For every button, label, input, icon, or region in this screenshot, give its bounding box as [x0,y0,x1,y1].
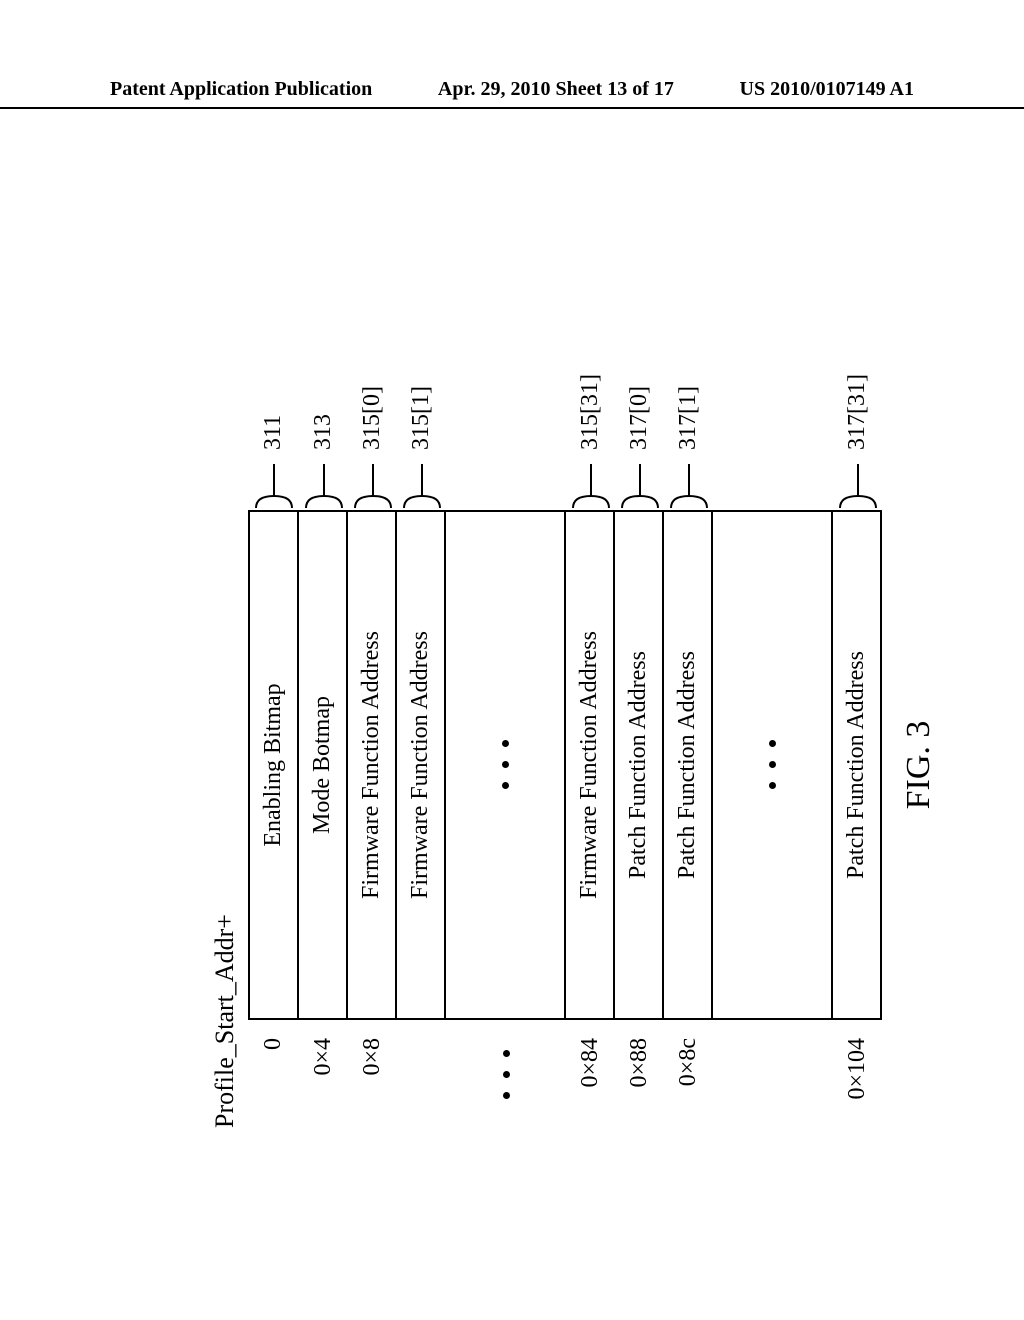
dot-icon [502,783,509,790]
brace-icon [834,454,882,510]
table-row: 0×8c Patch Function Address 317[1] [664,200,713,1130]
brace-icon [567,454,615,510]
cell-mode-botmap: Mode Botmap [299,510,348,1020]
figure-caption: FIG. 3 [900,400,938,1130]
profile-start-addr-label: Profile_Start_Addr+ [210,200,240,1130]
page: Patent Application Publication Apr. 29, … [0,0,1024,1320]
ref-label: 317[1] [675,386,702,454]
offset-label [397,1020,446,1130]
cell-firmware-func-addr: Firmware Function Address [397,510,446,1020]
callout: 315[0] [348,386,397,510]
brace-icon [300,454,348,510]
dot-icon [769,741,776,748]
brace-icon [398,454,446,510]
brace-icon [616,454,664,510]
table-row: 0×84 Firmware Function Address 315[31] [566,200,615,1130]
dot-icon [502,741,509,748]
ref-label: 315[1] [408,386,435,454]
dot-icon [503,1072,510,1079]
page-header: Patent Application Publication Apr. 29, … [0,78,1024,109]
brace-icon [349,454,397,510]
brace-icon [665,454,713,510]
callout: 313 [299,414,348,510]
ref-label: 317[0] [626,386,653,454]
header-right: US 2010/0107149 A1 [740,78,914,101]
callout: 311 [248,415,299,510]
ref-label: 315[0] [359,386,386,454]
offset-label: 0×8c [664,1020,713,1130]
dot-icon [502,762,509,769]
header-center: Apr. 29, 2010 Sheet 13 of 17 [438,78,674,101]
cell-patch-func-addr: Patch Function Address [664,510,713,1020]
ref-label: 317[31] [844,374,871,454]
table-row-ellipsis [713,200,833,1130]
cell-patch-func-addr: Patch Function Address [615,510,664,1020]
offset-label: 0×4 [299,1020,348,1130]
offset-ellipsis [446,1020,566,1130]
cell-ellipsis [446,510,566,1020]
dot-icon [503,1051,510,1058]
table-row: 0×8 Firmware Function Address 315[0] [348,200,397,1130]
table-row: 0 Enabling Bitmap 311 [248,200,299,1130]
header-left: Patent Application Publication [110,78,372,101]
offset-label: 0×8 [348,1020,397,1130]
offset-ellipsis [713,1020,833,1130]
table-row: 0×4 Mode Botmap 313 [299,200,348,1130]
table-row: 0×88 Patch Function Address 317[0] [615,200,664,1130]
cell-firmware-func-addr: Firmware Function Address [348,510,397,1020]
figure-3: Profile_Start_Addr+ 0 Enabling Bitmap 31… [210,200,938,1130]
dot-icon [503,1093,510,1100]
callout: 315[31] [566,374,615,510]
table-row: Firmware Function Address 315[1] [397,200,446,1130]
offset-label: 0 [248,1020,299,1130]
offset-label: 0×84 [566,1020,615,1130]
callout: 315[1] [397,386,446,510]
ref-label: 311 [260,415,287,454]
dot-icon [769,762,776,769]
callout: 317[31] [833,374,882,510]
callout: 317[1] [664,386,713,510]
table-row-ellipsis [446,200,566,1130]
dot-icon [769,783,776,790]
brace-icon [250,454,298,510]
offset-label: 0×88 [615,1020,664,1130]
ref-label: 315[31] [577,374,604,454]
cell-firmware-func-addr: Firmware Function Address [566,510,615,1020]
offset-label: 0×104 [833,1020,882,1130]
ref-label: 313 [310,414,337,454]
table-row: 0×104 Patch Function Address 317[31] [833,200,882,1130]
cell-ellipsis [713,510,833,1020]
cell-enabling-bitmap: Enabling Bitmap [248,510,299,1020]
callout: 317[0] [615,386,664,510]
figure-inner: Profile_Start_Addr+ 0 Enabling Bitmap 31… [210,200,938,1130]
cell-patch-func-addr: Patch Function Address [833,510,882,1020]
